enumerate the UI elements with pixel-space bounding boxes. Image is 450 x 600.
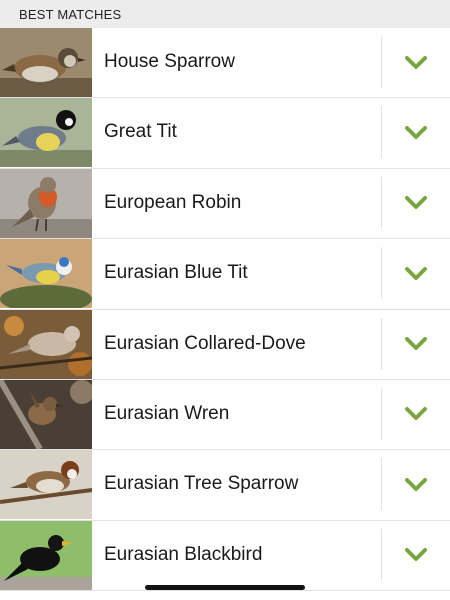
list-item[interactable]: Eurasian Blackbird (0, 520, 450, 592)
list-item[interactable]: Eurasian Blue Tit (0, 239, 450, 310)
list-item[interactable]: Eurasian Collared-Dove (0, 309, 450, 380)
home-indicator[interactable] (145, 585, 305, 590)
bird-name: Eurasian Wren (104, 402, 230, 424)
expand-button[interactable] (382, 450, 450, 519)
bird-name: European Robin (104, 191, 242, 213)
expand-button[interactable] (382, 98, 450, 167)
expand-button[interactable] (382, 239, 450, 308)
expand-button[interactable] (382, 521, 450, 590)
list-item[interactable]: European Robin (0, 168, 450, 240)
list-item[interactable]: Great Tit (0, 98, 450, 169)
expand-button[interactable] (382, 380, 450, 449)
chevron-down-icon (405, 266, 427, 280)
chevron-down-icon (405, 407, 427, 421)
bird-photo (0, 309, 92, 379)
bird-name: Great Tit (104, 121, 177, 143)
expand-button[interactable] (382, 28, 450, 97)
results-list: House Sparrow Great Tit European Robin E… (0, 28, 450, 592)
chevron-down-icon (405, 55, 427, 69)
section-title: BEST MATCHES (19, 7, 122, 22)
bird-photo (0, 379, 92, 449)
chevron-down-icon (405, 477, 427, 491)
bird-photo (0, 239, 92, 309)
chevron-down-icon (405, 125, 427, 139)
expand-button[interactable] (382, 169, 450, 238)
list-item[interactable]: Eurasian Wren (0, 379, 450, 451)
section-header: BEST MATCHES (0, 0, 450, 28)
list-item[interactable]: Eurasian Tree Sparrow (0, 450, 450, 521)
bird-photo (0, 450, 92, 520)
bird-name: Eurasian Blue Tit (104, 262, 248, 284)
bird-name: Eurasian Blackbird (104, 543, 263, 565)
expand-button[interactable] (382, 310, 450, 379)
chevron-down-icon (405, 548, 427, 562)
bird-name: Eurasian Tree Sparrow (104, 473, 299, 495)
bird-photo (0, 168, 92, 238)
bird-photo (0, 98, 92, 168)
list-item[interactable]: House Sparrow (0, 28, 450, 99)
bird-photo (0, 520, 92, 590)
bird-name: Eurasian Collared-Dove (104, 332, 306, 354)
bird-photo (0, 28, 92, 97)
chevron-down-icon (405, 337, 427, 351)
bird-name: House Sparrow (104, 51, 235, 72)
chevron-down-icon (405, 196, 427, 210)
